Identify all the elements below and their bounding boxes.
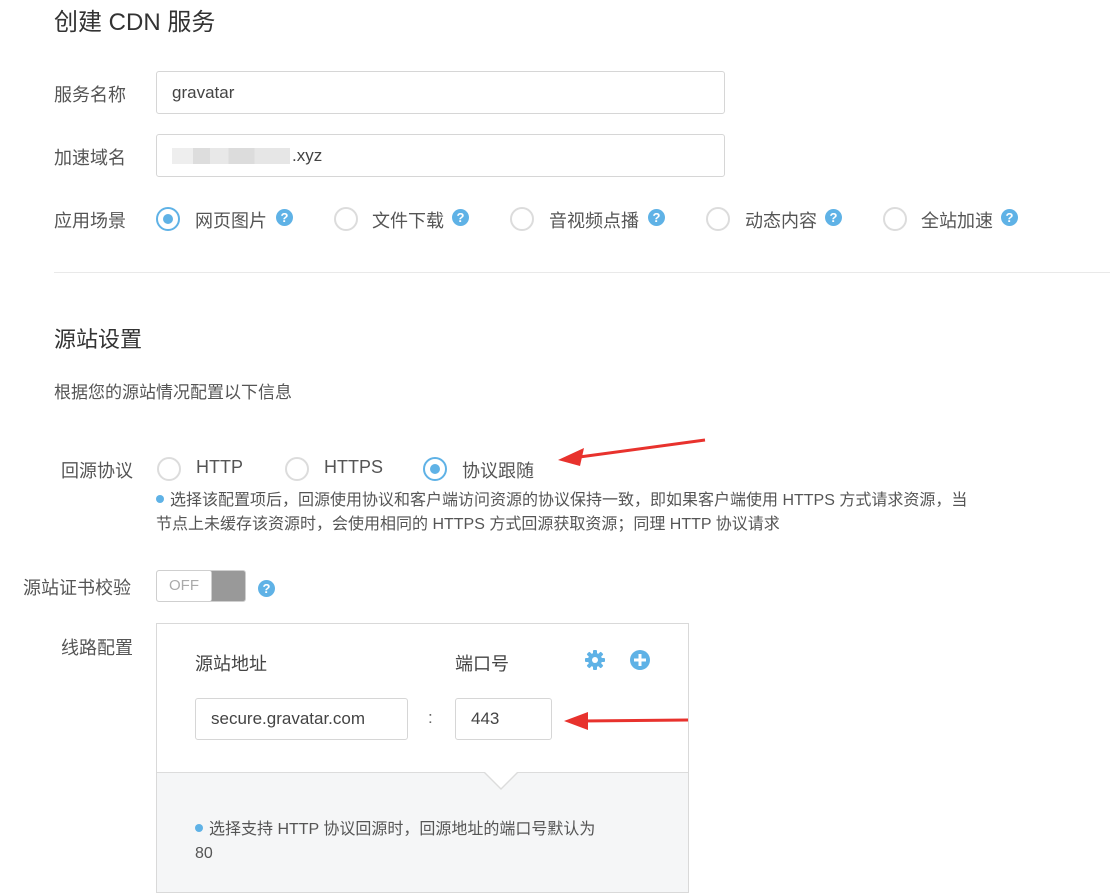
service-name-input[interactable]: gravatar — [156, 71, 725, 114]
section-divider — [54, 272, 1110, 273]
domain-input[interactable]: .xyz — [156, 134, 725, 177]
protocol-note-text-1: 选择该配置项后，回源使用协议和客户端访问资源的协议保持一致，即如果客户端使用 H… — [170, 492, 968, 509]
route-tip-area: 选择支持 HTTP 协议回源时，回源地址的端口号默认为 80 — [157, 772, 688, 892]
scenario-option-label: 音视频点播 — [549, 211, 639, 231]
question-circle-icon[interactable]: ? — [258, 580, 275, 597]
question-circle-icon[interactable]: ? — [452, 209, 469, 226]
red-arrow-icon — [558, 438, 706, 466]
cert-check-toggle[interactable]: OFF — [156, 570, 246, 602]
plus-circle-icon[interactable] — [629, 649, 651, 671]
scenario-radio-web-images[interactable] — [156, 207, 180, 231]
scenario-label: 应用场景 — [54, 211, 126, 231]
scenario-option-label: 动态内容 — [745, 211, 817, 231]
port-input[interactable]: 443 — [455, 698, 552, 740]
domain-label: 加速域名 — [54, 148, 126, 168]
origin-section-title: 源站设置 — [54, 327, 143, 352]
route-label: 线路配置 — [61, 638, 133, 658]
bullet-dot — [195, 824, 203, 832]
page-title: 创建 CDN 服务 — [54, 9, 216, 36]
question-circle-icon[interactable]: ? — [276, 209, 293, 226]
origin-address-header: 源站地址 — [195, 654, 267, 674]
origin-description: 根据您的源站情况配置以下信息 — [54, 383, 292, 402]
scenario-option-label: 网页图片 — [195, 211, 267, 231]
port-header: 端口号 — [455, 654, 509, 674]
address-port-separator: : — [428, 708, 433, 727]
protocol-label: 回源协议 — [61, 461, 133, 481]
scenario-option-label: 全站加速 — [921, 211, 993, 231]
gear-icon[interactable] — [584, 649, 606, 671]
origin-address-value: secure.gravatar.com — [211, 709, 366, 728]
protocol-option-label: HTTPS — [324, 457, 384, 477]
scenario-radio-full-site[interactable] — [883, 207, 907, 231]
route-panel: 源站地址 端口号 secure.gravatar.com : 443 选择支持 … — [156, 623, 689, 893]
origin-address-input[interactable]: secure.gravatar.com — [195, 698, 408, 740]
toggle-knob: OFF — [157, 571, 212, 601]
protocol-radio-https[interactable] — [285, 457, 309, 481]
route-tip-line-1: 选择支持 HTTP 协议回源时，回源地址的端口号默认为 — [195, 818, 595, 842]
protocol-radio-http[interactable] — [157, 457, 181, 481]
question-circle-icon[interactable]: ? — [1001, 209, 1018, 226]
scenario-radio-vod[interactable] — [510, 207, 534, 231]
protocol-option-label: HTTP — [196, 457, 243, 477]
route-tip-text-2: 80 — [195, 845, 213, 862]
protocol-radio-follow[interactable] — [423, 457, 447, 481]
domain-redacted-block — [172, 147, 290, 164]
port-value: 443 — [471, 709, 500, 728]
scenario-option-label: 文件下载 — [372, 211, 444, 231]
red-arrow-icon — [564, 712, 689, 730]
question-circle-icon[interactable]: ? — [825, 209, 842, 226]
protocol-note-line-1: 选择该配置项后，回源使用协议和客户端访问资源的协议保持一致，即如果客户端使用 H… — [156, 489, 967, 513]
service-name-value: gravatar — [172, 82, 235, 102]
cert-check-label: 源站证书校验 — [23, 578, 131, 598]
question-circle-icon[interactable]: ? — [648, 209, 665, 226]
protocol-option-label: 协议跟随 — [462, 461, 534, 481]
route-tip-text-1: 选择支持 HTTP 协议回源时，回源地址的端口号默认为 — [209, 821, 596, 838]
scenario-radio-dynamic[interactable] — [706, 207, 730, 231]
bullet-dot — [156, 495, 164, 503]
domain-value: .xyz — [292, 145, 323, 165]
scenario-radio-file-download[interactable] — [334, 207, 358, 231]
tip-caret-fill — [484, 771, 518, 788]
service-name-label: 服务名称 — [54, 85, 126, 105]
protocol-note-text-2: 节点上未缓存该资源时，会使用相同的 HTTPS 方式回源获取资源；同理 HTTP… — [156, 516, 780, 533]
